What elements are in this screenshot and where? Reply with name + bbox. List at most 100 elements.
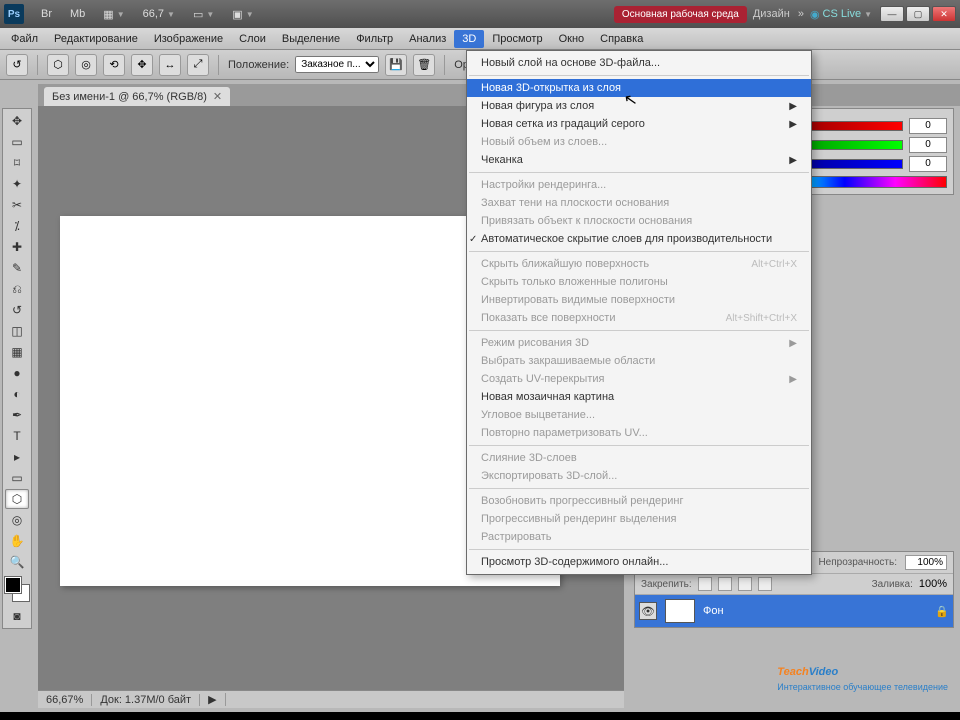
3d-roll-icon[interactable]: ⟲ [103, 54, 125, 76]
color-swatch[interactable] [5, 577, 29, 601]
3d-slide-icon[interactable]: ↔ [159, 54, 181, 76]
minimize-button[interactable]: — [880, 6, 904, 22]
menu-item: Привязать объект к плоскости основания [467, 212, 811, 230]
more-workspaces-icon[interactable]: » [798, 8, 804, 20]
menu-просмотр[interactable]: Просмотр [484, 30, 550, 48]
lock-all-icon[interactable] [758, 577, 772, 591]
menu-item-label: Чеканка [481, 154, 523, 166]
menu-item[interactable]: Новая мозаичная картина [467, 388, 811, 406]
blur-tool[interactable]: ● [5, 363, 29, 383]
red-value[interactable]: 0 [909, 118, 947, 134]
menu-анализ[interactable]: Анализ [401, 30, 454, 48]
titlebar: Ps Br Mb ▦ ▼ 66,7 ▼ ▭ ▼ ▣ ▼ Основная раб… [0, 0, 960, 28]
brush-tool[interactable]: ✎ [5, 258, 29, 278]
move-tool[interactable]: ✥ [5, 111, 29, 131]
lock-position-icon[interactable] [738, 577, 752, 591]
lock-pixels-icon[interactable] [718, 577, 732, 591]
menu-item: Скрыть только вложенные полигоны [467, 273, 811, 291]
status-arrow-icon[interactable]: ▶ [200, 693, 225, 706]
type-tool[interactable]: T [5, 426, 29, 446]
zoom-level-button[interactable]: 66,7 ▼ [136, 5, 182, 23]
menu-item[interactable]: Новая 3D-открытка из слоя [467, 79, 811, 97]
3d-object-icon[interactable]: ⬡ [47, 54, 69, 76]
visibility-icon[interactable]: 👁 [639, 602, 657, 620]
hand-tool[interactable]: ✋ [5, 531, 29, 551]
workspace-design[interactable]: Дизайн [753, 8, 790, 20]
healing-tool[interactable]: ✚ [5, 237, 29, 257]
eraser-tool[interactable]: ◫ [5, 321, 29, 341]
menu-редактирование[interactable]: Редактирование [46, 30, 146, 48]
app-logo: Ps [4, 4, 24, 24]
menu-shortcut: Alt+Ctrl+X [751, 259, 797, 270]
save-preset-icon[interactable]: 💾 [385, 54, 407, 76]
foreground-color[interactable] [5, 577, 21, 593]
menu-item[interactable]: Просмотр 3D-содержимого онлайн... [467, 553, 811, 571]
menu-справка[interactable]: Справка [592, 30, 651, 48]
screen-mode-button[interactable]: ▣ ▼ [225, 5, 260, 24]
layer-row[interactable]: 👁 Фон 🔒 [635, 595, 953, 627]
close-tab-icon[interactable]: ✕ [213, 90, 222, 103]
blue-value[interactable]: 0 [909, 156, 947, 172]
status-doc[interactable]: Док: 1.37M/0 байт [92, 694, 200, 706]
menu-выделение[interactable]: Выделение [274, 30, 348, 48]
delete-preset-icon[interactable]: 🗑 [413, 54, 435, 76]
menu-item[interactable]: Новый слой на основе 3D-файла... [467, 54, 811, 72]
crop-tool[interactable]: ✂ [5, 195, 29, 215]
menu-item: Показать все поверхностиAlt+Shift+Ctrl+X [467, 309, 811, 327]
marquee-tool[interactable]: ▭ [5, 132, 29, 152]
minibridge-button[interactable]: Mb [63, 5, 92, 23]
path-select-tool[interactable]: ▸ [5, 447, 29, 467]
3d-pan-icon[interactable]: ✥ [131, 54, 153, 76]
bridge-button[interactable]: Br [34, 5, 59, 23]
3d-rotate-tool[interactable]: ⬡ [5, 489, 29, 509]
layer-thumbnail[interactable] [665, 599, 695, 623]
menu-item-label: Новая 3D-открытка из слоя [481, 82, 621, 94]
workspace-badge[interactable]: Основная рабочая среда [614, 6, 747, 23]
menu-item[interactable]: Чеканка▶ [467, 151, 811, 169]
document-tab[interactable]: Без имени-1 @ 66,7% (RGB/8) ✕ [44, 87, 230, 106]
position-select[interactable]: Заказное п... [295, 56, 379, 73]
pen-tool[interactable]: ✒ [5, 405, 29, 425]
close-button[interactable]: ✕ [932, 6, 956, 22]
menu-item-label: Режим рисования 3D [481, 337, 589, 349]
menu-файл[interactable]: Файл [3, 30, 46, 48]
eyedropper-tool[interactable]: ⁒ [5, 216, 29, 236]
history-brush-tool[interactable]: ↺ [5, 300, 29, 320]
stamp-tool[interactable]: ⎌ [5, 279, 29, 299]
menu-item[interactable]: Новая фигура из слоя▶ [467, 97, 811, 115]
menu-3d[interactable]: 3D [454, 30, 484, 48]
status-zoom[interactable]: 66,67% [38, 694, 92, 706]
menu-item: Режим рисования 3D▶ [467, 334, 811, 352]
tool-preset-icon[interactable]: ↺ [6, 54, 28, 76]
menu-item-label: Растрировать [481, 531, 552, 543]
zoom-tool[interactable]: 🔍 [5, 552, 29, 572]
3d-camera-tool[interactable]: ◎ [5, 510, 29, 530]
menu-item[interactable]: ✓Автоматическое скрытие слоев для произв… [467, 230, 811, 248]
dodge-tool[interactable]: ◐ [5, 384, 29, 404]
lasso-tool[interactable]: ⌑ [5, 153, 29, 173]
3d-rotate-icon[interactable]: ◎ [75, 54, 97, 76]
lock-transparency-icon[interactable] [698, 577, 712, 591]
view-extras-button[interactable]: ▦ ▼ [96, 5, 131, 24]
arrange-button[interactable]: ▭ ▼ [186, 5, 221, 24]
gradient-tool[interactable]: ▦ [5, 342, 29, 362]
menu-окно[interactable]: Окно [551, 30, 593, 48]
shape-tool[interactable]: ▭ [5, 468, 29, 488]
3d-scale-icon[interactable]: ⤢ [187, 54, 209, 76]
quickmask-tool[interactable]: ◙ [5, 606, 29, 626]
maximize-button[interactable]: ▢ [906, 6, 930, 22]
menu-item: Создать UV-перекрытия▶ [467, 370, 811, 388]
cslive-button[interactable]: ◉CS Live ▼ [810, 8, 872, 21]
green-value[interactable]: 0 [909, 137, 947, 153]
menu-изображение[interactable]: Изображение [146, 30, 231, 48]
menu-item-label: Скрыть только вложенные полигоны [481, 276, 668, 288]
menu-item: Слияние 3D-слоев [467, 449, 811, 467]
menu-item-label: Настройки рендеринга... [481, 179, 606, 191]
quick-select-tool[interactable]: ✦ [5, 174, 29, 194]
menu-item[interactable]: Новая сетка из градаций серого▶ [467, 115, 811, 133]
menu-фильтр[interactable]: Фильтр [348, 30, 401, 48]
menu-separator [469, 330, 809, 331]
opacity-value[interactable]: 100% [905, 555, 947, 570]
fill-value[interactable]: 100% [919, 578, 947, 590]
menu-слои[interactable]: Слои [231, 30, 274, 48]
